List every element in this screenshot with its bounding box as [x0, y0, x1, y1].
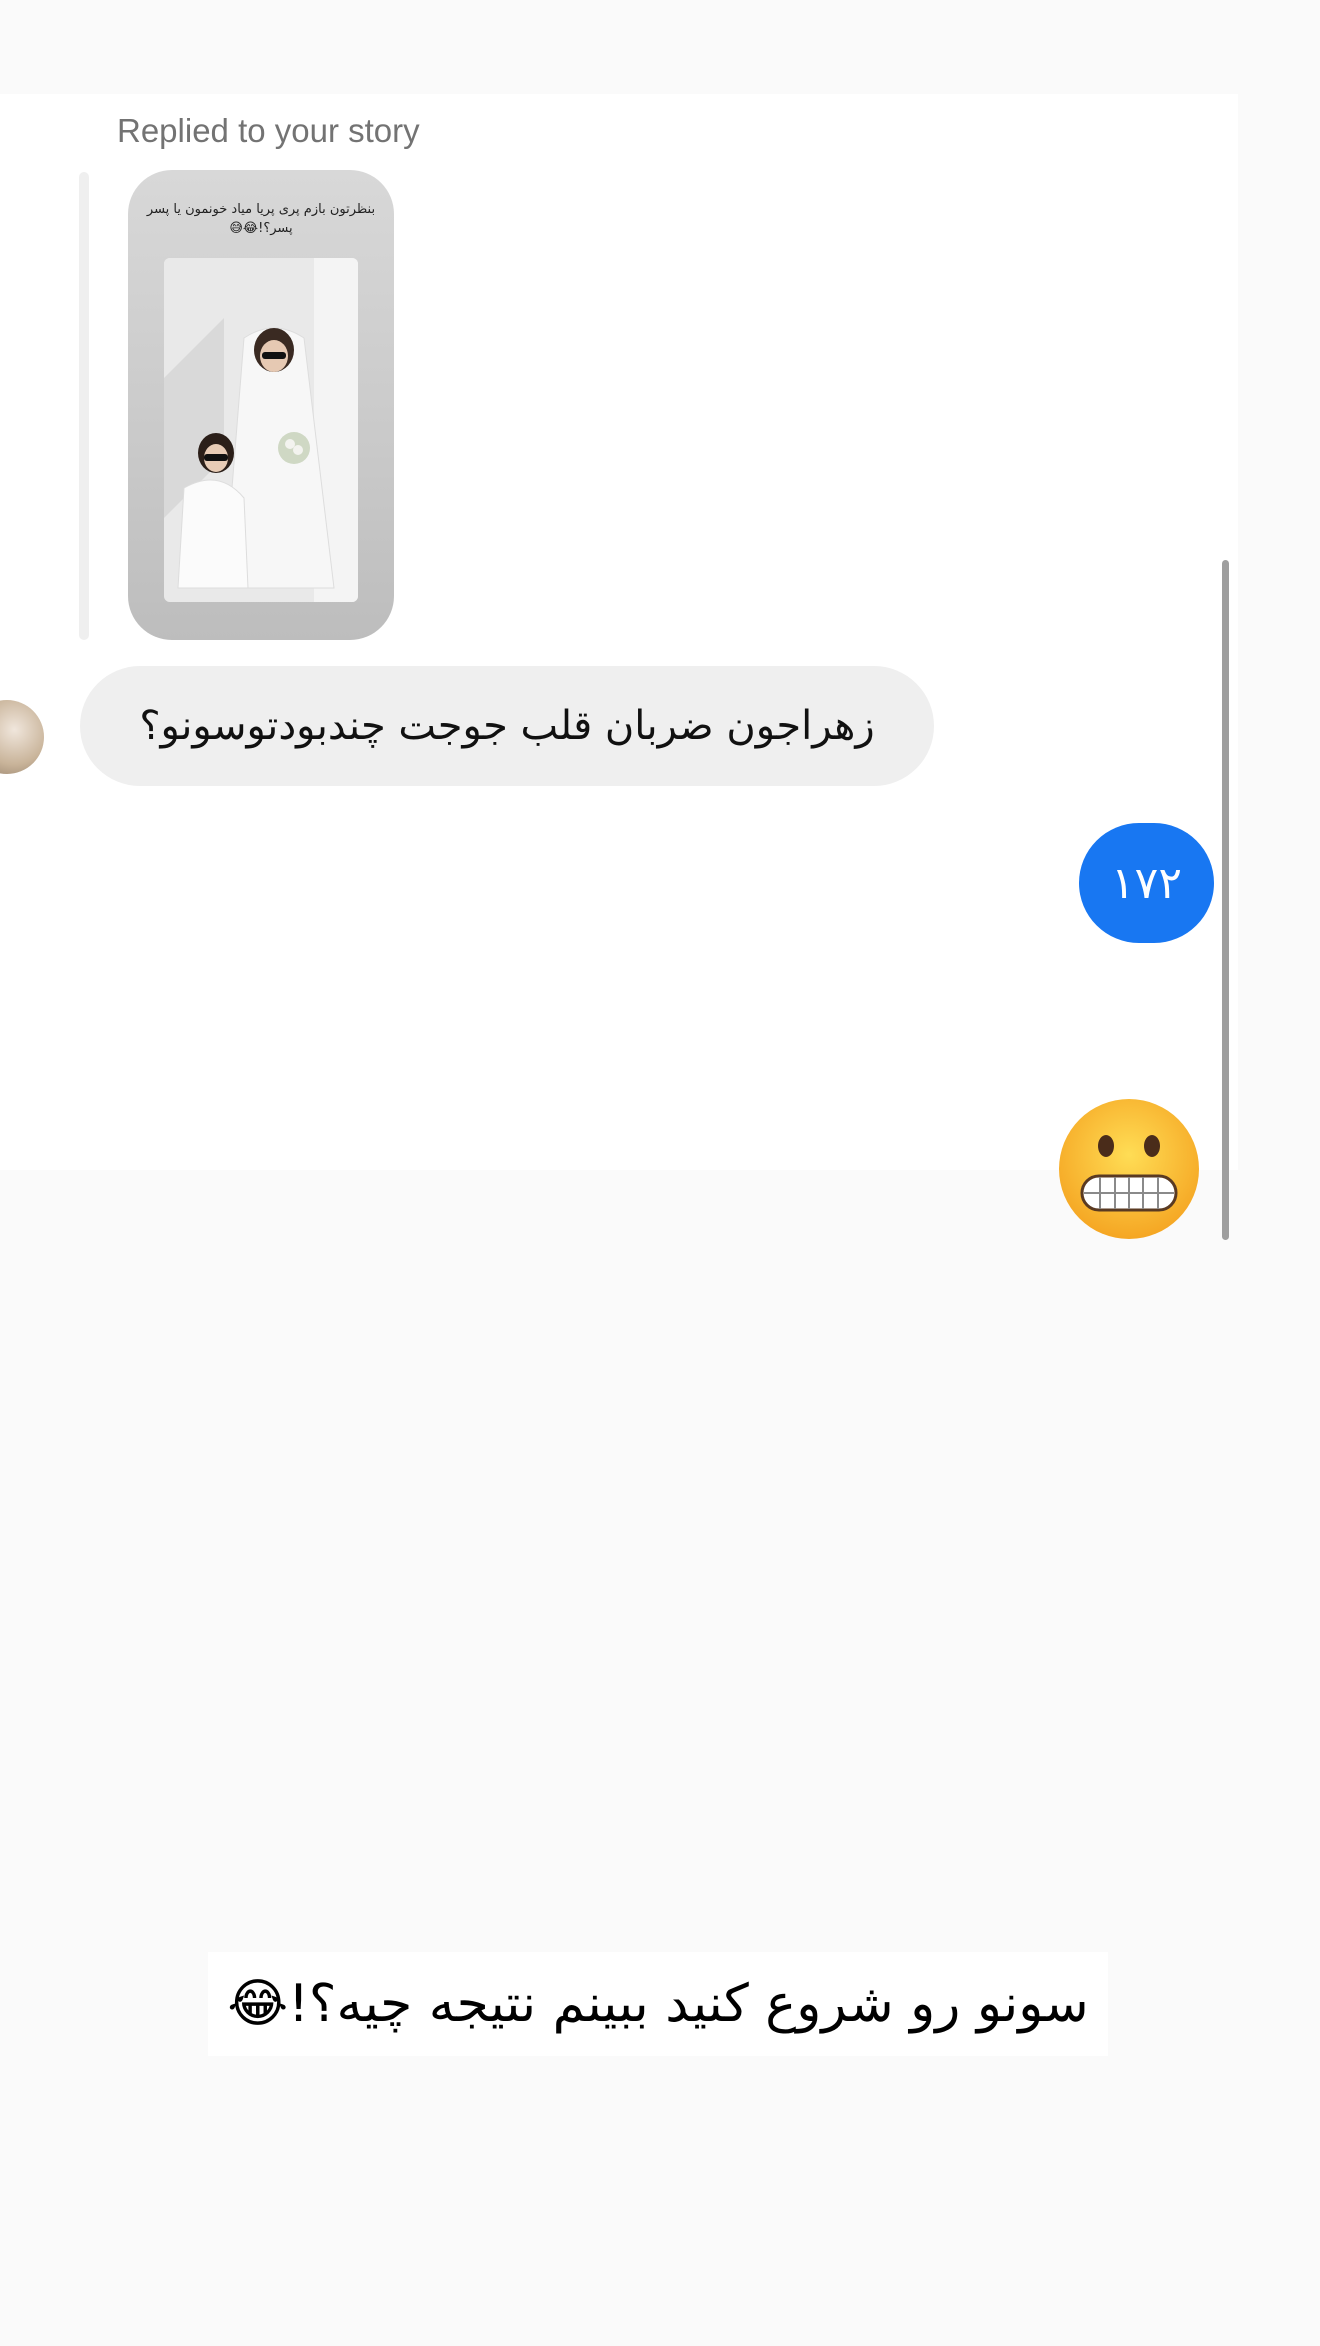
- story-reply-thumbnail[interactable]: بنظرتون بازم پری پریا میاد خونمون یا پسر…: [128, 170, 394, 640]
- story-photo: [164, 258, 358, 602]
- reply-indicator-bar: [79, 172, 89, 640]
- scrollbar-thumb[interactable]: [1222, 560, 1229, 1240]
- sender-avatar[interactable]: [0, 700, 44, 774]
- overlay-caption: سونو رو شروع کنید ببینم نتیجه چیه؟!😂: [208, 1952, 1108, 2056]
- incoming-message-bubble[interactable]: زهراجون ضربان قلب جوجت چندبودتوسونو؟: [80, 666, 934, 786]
- story-caption: بنظرتون بازم پری پریا میاد خونمون یا پسر…: [146, 202, 376, 236]
- grimacing-face-emoji[interactable]: [1056, 1096, 1202, 1242]
- chat-thread: Replied to your story بنظرتون بازم پری پ…: [0, 94, 1238, 1240]
- outgoing-message-bubble[interactable]: ۱۷۲: [1079, 823, 1214, 943]
- replied-to-story-label: Replied to your story: [117, 112, 420, 149]
